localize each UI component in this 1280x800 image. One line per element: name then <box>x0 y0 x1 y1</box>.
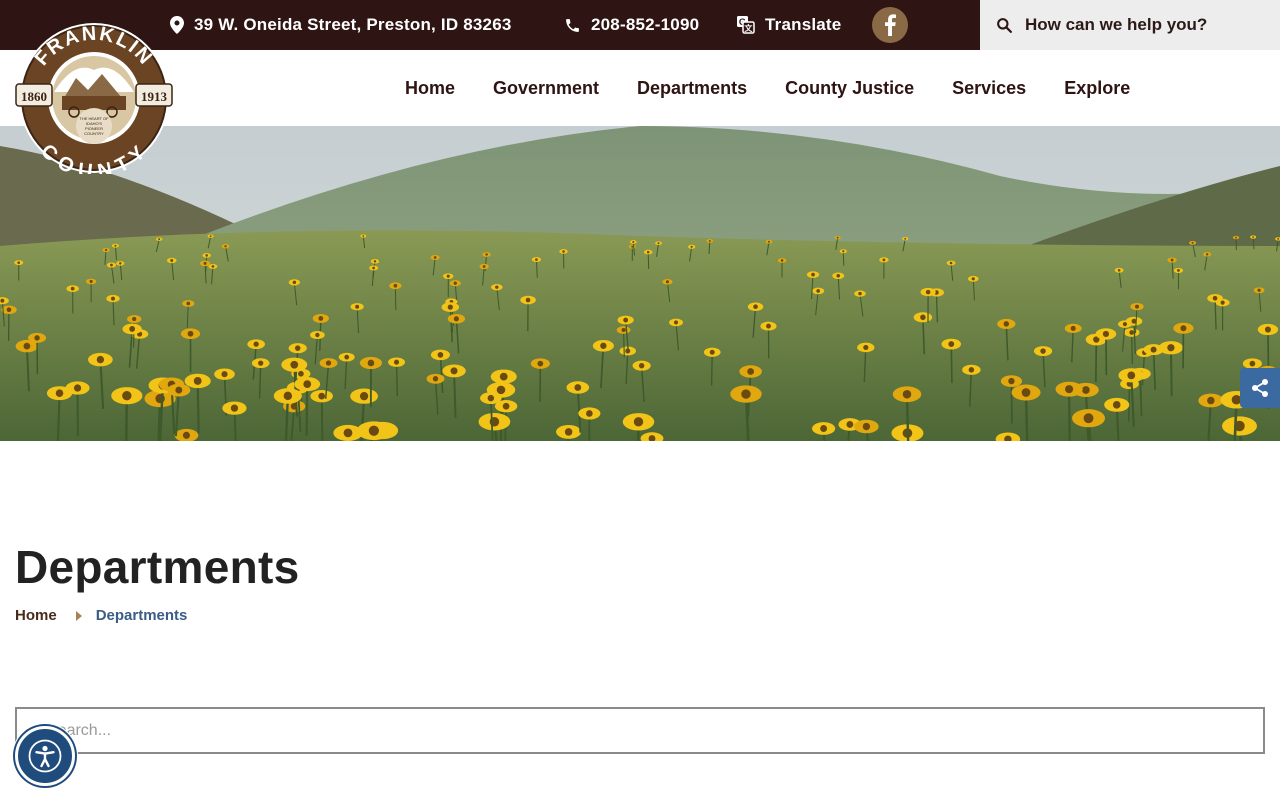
logo-year-right: 1913 <box>141 89 168 104</box>
breadcrumb-separator-icon <box>75 610 82 621</box>
breadcrumb-current: Departments <box>95 607 188 624</box>
phone-icon <box>566 18 579 32</box>
search-icon <box>997 17 1012 33</box>
svg-text:文: 文 <box>744 23 753 33</box>
translate-icon: G文 <box>737 16 755 34</box>
site-search-input[interactable] <box>1025 15 1265 35</box>
meadow-hero-illustration <box>0 126 1280 441</box>
main-nav: Home Government Departments County Justi… <box>386 50 1149 126</box>
phone-text: 208-852-1090 <box>591 15 700 34</box>
facebook-button[interactable] <box>872 7 908 43</box>
share-button[interactable] <box>1240 368 1280 408</box>
county-logo[interactable]: THE HEART OF IDAHO'S PIONEER COUNTRY 186… <box>14 22 174 183</box>
accessibility-button[interactable] <box>12 723 78 789</box>
facebook-icon <box>885 14 896 36</box>
accessibility-icon <box>15 726 75 786</box>
translate-label: Translate <box>765 15 842 34</box>
top-utility-bar: 39 W. Oneida Street, Preston, ID 83263 2… <box>0 0 1280 50</box>
departments-search-input[interactable] <box>17 709 1263 752</box>
address-link[interactable]: 39 W. Oneida Street, Preston, ID 83263 <box>170 0 512 50</box>
share-icon <box>1252 379 1268 397</box>
departments-search[interactable] <box>15 707 1265 754</box>
phone-link[interactable]: 208-852-1090 <box>564 0 699 50</box>
address-text: 39 W. Oneida Street, Preston, ID 83263 <box>194 15 512 34</box>
logo-year-left: 1860 <box>21 89 47 104</box>
page-title: Departments <box>15 541 300 593</box>
translate-button[interactable]: G文 Translate <box>737 0 841 50</box>
logo-tagline-4: COUNTRY <box>84 131 104 136</box>
nav-services[interactable]: Services <box>952 78 1026 99</box>
nav-explore[interactable]: Explore <box>1064 78 1130 99</box>
nav-home[interactable]: Home <box>405 78 455 99</box>
nav-county-justice[interactable]: County Justice <box>785 78 914 99</box>
breadcrumb-home[interactable]: Home <box>15 607 57 624</box>
breadcrumb: Home Departments <box>15 607 187 624</box>
nav-departments[interactable]: Departments <box>637 78 747 99</box>
site-search[interactable] <box>980 0 1280 50</box>
main-navbar: Home Government Departments County Justi… <box>0 50 1280 126</box>
hero-image <box>0 126 1280 441</box>
nav-government[interactable]: Government <box>493 78 599 99</box>
